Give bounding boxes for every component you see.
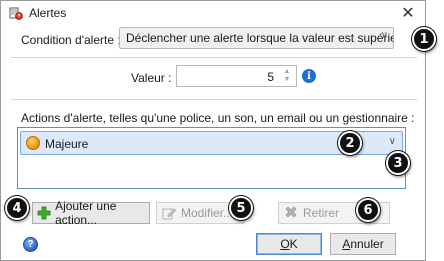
plus-icon	[37, 205, 51, 221]
ok-label-rest: K	[289, 237, 298, 251]
alert-app-icon	[9, 6, 23, 20]
chevron-down-icon[interactable]: ∨	[389, 136, 396, 147]
actions-label: Actions d'alerte, telles qu'une police, …	[21, 111, 415, 125]
add-action-button[interactable]: Ajouter une action...	[32, 199, 150, 227]
info-icon[interactable]: i	[302, 69, 316, 83]
condition-selected-value: Déclencher une alerte lorsque la valeur …	[126, 31, 393, 45]
modify-label: Modifier...	[181, 206, 234, 220]
callout-badge: 5	[229, 196, 253, 220]
callout-badge: 1	[412, 27, 436, 51]
callout-badge: 4	[5, 196, 29, 220]
window-title: Alertes	[29, 6, 67, 20]
callout-badge: 3	[386, 151, 410, 175]
alert-dialog: Alertes ✕ Condition d'alerte : Déclenche…	[0, 0, 426, 261]
orange-circle-icon	[26, 136, 40, 150]
cancel-accel-letter: A	[342, 237, 351, 251]
ok-button[interactable]: OK	[256, 233, 322, 255]
close-icon: ✕	[401, 5, 415, 22]
condition-label: Condition d'alerte :	[21, 33, 121, 47]
edit-icon	[161, 205, 177, 221]
cancel-button[interactable]: Annuler	[330, 233, 396, 255]
divider	[11, 57, 417, 58]
remove-label: Retirer	[303, 206, 340, 220]
value-stepper[interactable]: 5 ▲ ▼	[176, 65, 297, 87]
value-field[interactable]: 5	[267, 70, 274, 84]
action-item-label: Majeure	[45, 137, 89, 151]
remove-x-icon	[283, 205, 299, 221]
chevron-down-icon: ∨	[380, 30, 388, 41]
help-icon[interactable]: ?	[23, 237, 38, 252]
title-bar: Alertes ✕	[1, 1, 425, 25]
spin-arrows-icon[interactable]: ▲ ▼	[282, 68, 292, 84]
value-label: Valeur :	[131, 71, 172, 85]
callout-badge: 2	[338, 131, 362, 155]
close-button[interactable]: ✕	[391, 1, 425, 25]
add-action-label: Ajouter une action...	[55, 199, 117, 227]
condition-select[interactable]: Déclencher une alerte lorsque la valeur …	[119, 27, 394, 49]
ok-accel-letter: O	[280, 237, 290, 251]
callout-badge: 6	[356, 198, 380, 222]
cancel-label-rest: nnuler	[350, 237, 384, 251]
divider	[11, 99, 417, 100]
